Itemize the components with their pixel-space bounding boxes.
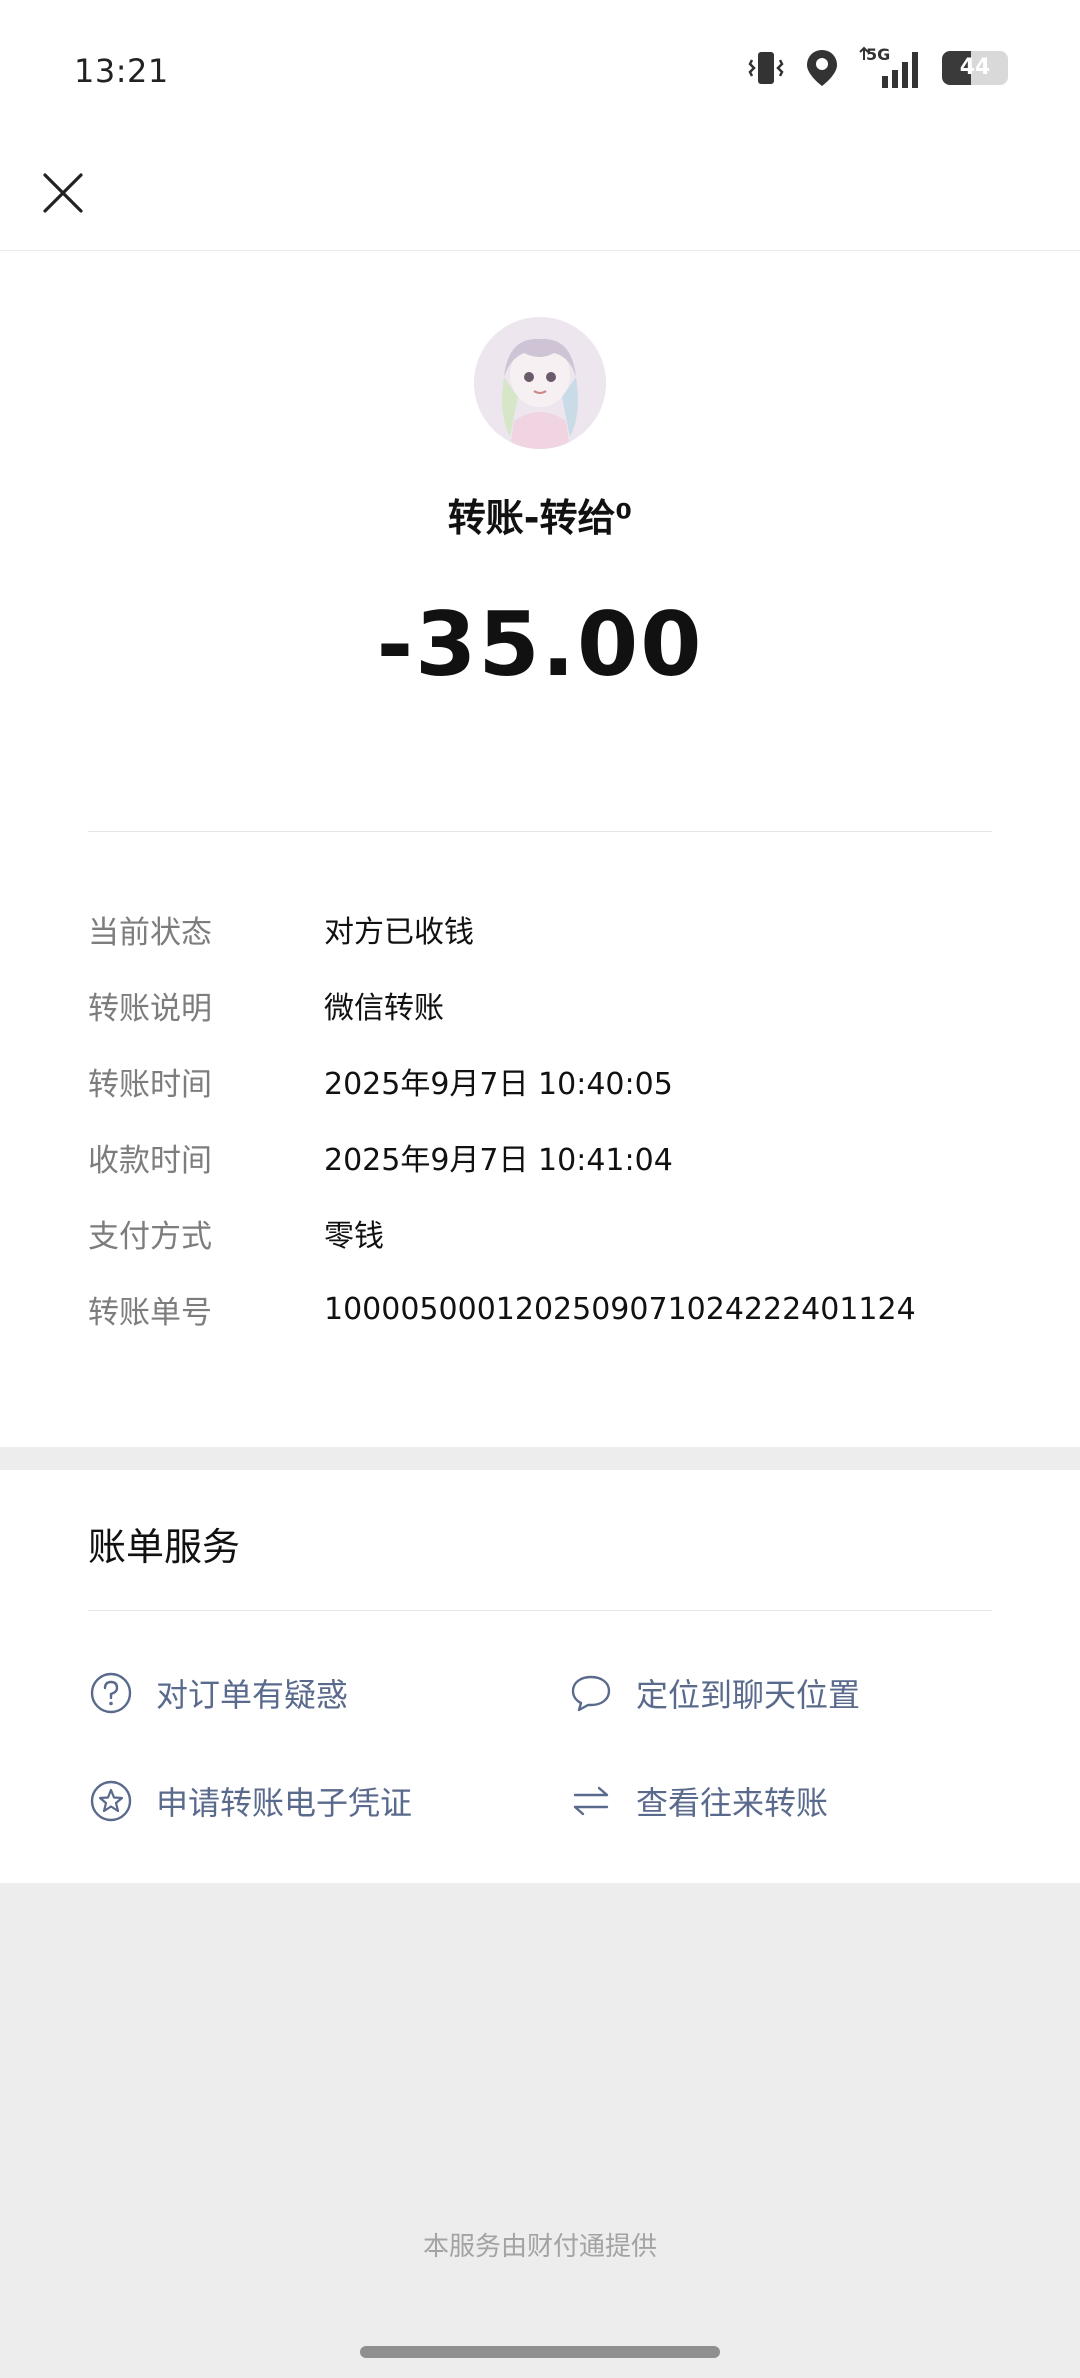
avatar — [474, 317, 606, 449]
close-icon — [42, 172, 84, 218]
detail-row-note: 转账说明 微信转账 — [88, 967, 992, 1043]
bill-services: 账单服务 对订单有疑惑 定位到聊天位置 申请转账电子凭证 查看往来转账 — [0, 1470, 1080, 1883]
home-indicator[interactable] — [360, 2346, 720, 2358]
question-circle-icon — [88, 1670, 134, 1716]
detail-label: 支付方式 — [88, 1218, 212, 1255]
detail-label: 收款时间 — [88, 1142, 212, 1179]
detail-list: 当前状态 对方已收钱 转账说明 微信转账 转账时间 2025年9月7日 10:4… — [88, 891, 992, 1347]
detail-label: 转账说明 — [88, 990, 212, 1027]
status-bar: 13:21 5G 44 — [0, 0, 1080, 140]
detail-value: 对方已收钱 — [324, 915, 474, 950]
service-label: 定位到聊天位置 — [636, 1676, 861, 1714]
divider — [88, 831, 992, 832]
star-circle-icon — [88, 1778, 134, 1824]
detail-row-status: 当前状态 对方已收钱 — [88, 891, 992, 967]
services-title: 账单服务 — [88, 1525, 241, 1569]
close-button[interactable] — [28, 160, 98, 230]
transfer-title: 转账-转给⁰ — [447, 496, 633, 540]
swap-arrows-icon — [568, 1778, 614, 1824]
service-view-transfers[interactable]: 查看往来转账 — [568, 1778, 828, 1824]
location-icon — [804, 48, 840, 88]
battery-icon: 44 — [942, 51, 1008, 85]
detail-row-order-number: 转账单号 1000050001202509071024222401124 — [88, 1271, 992, 1347]
signal-5g-icon: 5G — [858, 46, 924, 90]
detail-label: 转账时间 — [88, 1066, 212, 1103]
detail-value[interactable]: 1000050001202509071024222401124 — [324, 1292, 916, 1327]
detail-label: 转账单号 — [88, 1294, 212, 1331]
service-locate-chat[interactable]: 定位到聊天位置 — [568, 1670, 860, 1716]
service-request-voucher[interactable]: 申请转账电子凭证 — [88, 1778, 412, 1824]
status-icons: 5G 44 — [746, 46, 1008, 90]
transfer-detail-card: 转账-转给⁰ -35.00 当前状态 对方已收钱 转账说明 微信转账 转账时间 … — [0, 251, 1080, 1447]
detail-value: 微信转账 — [324, 991, 444, 1026]
service-label: 查看往来转账 — [636, 1784, 829, 1822]
detail-value: 2025年9月7日 10:40:05 — [324, 1067, 673, 1102]
service-label: 申请转账电子凭证 — [156, 1784, 413, 1822]
detail-row-receive-time: 收款时间 2025年9月7日 10:41:04 — [88, 1119, 992, 1195]
detail-row-payment-method: 支付方式 零钱 — [88, 1195, 992, 1271]
chat-bubble-icon — [568, 1670, 614, 1716]
detail-row-transfer-time: 转账时间 2025年9月7日 10:40:05 — [88, 1043, 992, 1119]
vibrate-icon — [746, 48, 786, 88]
header — [0, 140, 1080, 251]
provider-text: 本服务由财付通提供 — [422, 2232, 657, 2262]
service-label: 对订单有疑惑 — [156, 1676, 349, 1714]
status-time: 13:21 — [74, 52, 169, 90]
detail-label: 当前状态 — [88, 914, 212, 951]
divider — [88, 1610, 992, 1611]
service-order-question[interactable]: 对订单有疑惑 — [88, 1670, 348, 1716]
detail-value: 零钱 — [324, 1219, 384, 1254]
transfer-amount: -35.00 — [376, 593, 704, 696]
detail-value: 2025年9月7日 10:41:04 — [324, 1143, 673, 1178]
network-label: 5G — [866, 46, 890, 64]
battery-level: 44 — [959, 55, 991, 80]
